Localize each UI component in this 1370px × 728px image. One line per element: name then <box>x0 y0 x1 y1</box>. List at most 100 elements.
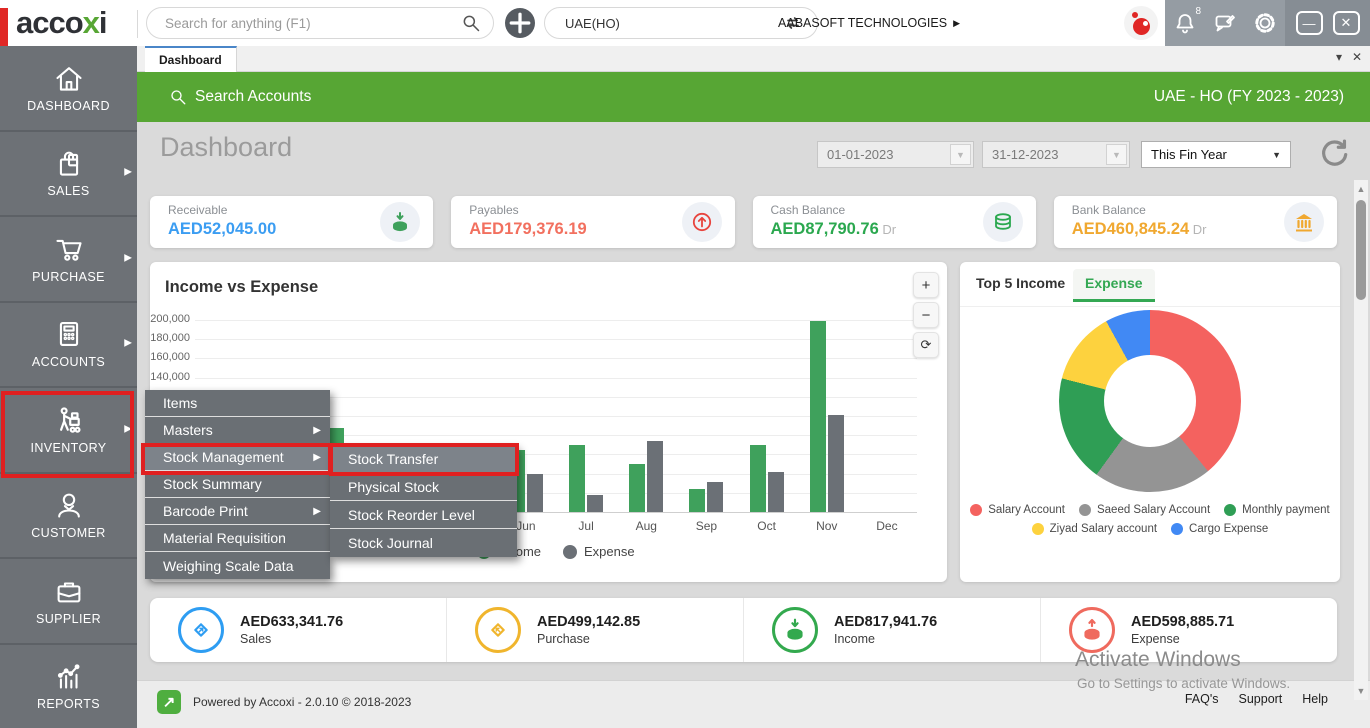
tab-top5-income[interactable]: Top 5 Income <box>976 275 1065 291</box>
notification-badge: 8 <box>1195 6 1201 17</box>
summary-card-cash-balance[interactable]: Cash Balance AED87,790.76 Dr <box>752 196 1036 248</box>
company-name: AABASOFT TECHNOLOGIES <box>778 16 948 30</box>
tab-list-dropdown-icon[interactable]: ▾ <box>1336 50 1342 64</box>
menu-item-label: Weighing Scale Data <box>163 557 294 574</box>
menu-item-label: Items <box>163 395 198 411</box>
minimize-button[interactable]: — <box>1295 11 1323 35</box>
search-accounts-button[interactable]: Search Accounts <box>169 88 311 106</box>
menu-item-stock-management[interactable]: Stock Management ▶ <box>145 444 330 471</box>
search-icon[interactable] <box>461 13 481 33</box>
quick-add-button[interactable] <box>505 8 535 38</box>
stock-management-submenu: Stock Transfer Physical Stock Stock Reorde… <box>330 445 517 557</box>
scroll-down-icon[interactable]: ▼ <box>1354 684 1368 698</box>
refresh-dashboard-button[interactable] <box>1318 138 1350 170</box>
settings-gear-icon[interactable] <box>1253 11 1277 35</box>
bar-income-aug[interactable] <box>629 464 646 512</box>
scroll-up-icon[interactable]: ▲ <box>1354 182 1368 196</box>
chevron-right-icon: ▶ <box>953 17 960 28</box>
messages-icon[interactable] <box>1213 11 1237 35</box>
sidebar-nav: DASHBOARD SALES ▶ PURCHASE ▶ ACCOUNTS ▶ INVENTO… <box>0 46 137 728</box>
bar-expense-nov[interactable] <box>827 415 844 512</box>
bar-expense-oct[interactable] <box>767 471 784 512</box>
bar-income-jul[interactable] <box>569 444 586 512</box>
menu-item-weighing-scale-data[interactable]: Weighing Scale Data <box>145 552 330 579</box>
y-axis-tick: 180,000 <box>150 332 190 345</box>
submenu-item-stock-transfer[interactable]: Stock Transfer <box>330 445 517 473</box>
total-value: AED817,941.76 <box>834 614 938 630</box>
menu-item-label: Stock Reorder Level <box>348 506 475 523</box>
expense-donut-chart[interactable] <box>1059 310 1241 492</box>
date-from-dropdown-icon[interactable]: ▼ <box>950 144 971 165</box>
fiscal-year-label: UAE - HO (FY 2023 - 2023) <box>1153 88 1344 105</box>
tab-top5-expense[interactable]: Expense <box>1073 269 1155 302</box>
date-from-field[interactable]: 01-01-2023 ▼ <box>817 141 974 168</box>
summary-cards-row: Receivable AED52,045.00 Payables AED179,376… <box>150 196 1337 248</box>
summary-card-receivable[interactable]: Receivable AED52,045.00 <box>150 196 434 248</box>
chart-zoom-in-button[interactable]: + <box>913 272 939 298</box>
date-to-dropdown-icon[interactable]: ▼ <box>1106 144 1127 165</box>
close-button[interactable]: ✕ <box>1332 11 1360 35</box>
footer-link-support[interactable]: Support <box>1239 692 1283 706</box>
period-select[interactable]: This Fin Year ▼ <box>1141 141 1291 168</box>
submenu-item-stock-reorder-level[interactable]: Stock Reorder Level <box>330 501 517 529</box>
global-search-input[interactable] <box>165 15 461 31</box>
sidebar-item-inventory[interactable]: INVENTORY ▶ <box>0 388 137 474</box>
total-card-sales[interactable]: AED633,341.76 Sales <box>150 598 447 662</box>
sidebar-item-label: DASHBOARD <box>27 98 110 113</box>
bar-income-nov[interactable] <box>809 320 826 512</box>
legend-dot <box>1031 523 1044 535</box>
bar-expense-jul[interactable] <box>587 494 604 512</box>
sidebar-item-supplier[interactable]: SUPPLIER <box>0 559 137 645</box>
bar-expense-sep[interactable] <box>707 482 724 512</box>
sidebar-item-reports[interactable]: REPORTS <box>0 645 137 728</box>
total-card-purchase[interactable]: AED499,142.85 Purchase <box>447 598 744 662</box>
sidebar-item-dashboard[interactable]: DASHBOARD <box>0 46 137 132</box>
scrollbar-thumb[interactable] <box>1356 200 1366 300</box>
menu-item-barcode-print[interactable]: Barcode Print ▶ <box>145 498 330 525</box>
chart-reset-button[interactable]: ⟳ <box>913 332 939 358</box>
tab-dashboard[interactable]: Dashboard <box>145 46 237 72</box>
chart-zoom-out-button[interactable]: − <box>913 302 939 328</box>
date-to-field[interactable]: 31-12-2023 ▼ <box>982 141 1130 168</box>
bar-income-sep[interactable] <box>689 488 706 512</box>
customer-icon <box>52 490 86 520</box>
notifications-bell-icon[interactable]: 8 <box>1173 6 1201 35</box>
footer-link-faq-s[interactable]: FAQ's <box>1185 692 1219 706</box>
user-avatar[interactable] <box>1124 6 1158 40</box>
sidebar-item-accounts[interactable]: ACCOUNTS ▶ <box>0 303 137 388</box>
menu-item-items[interactable]: Items <box>145 390 330 417</box>
sidebar-item-customer[interactable]: CUSTOMER <box>0 474 137 559</box>
submenu-item-stock-journal[interactable]: Stock Journal <box>330 529 517 557</box>
summary-card-payables[interactable]: Payables AED179,376.19 <box>451 196 735 248</box>
sidebar-item-purchase[interactable]: PURCHASE ▶ <box>0 217 137 303</box>
menu-item-masters[interactable]: Masters ▶ <box>145 417 330 444</box>
donut-legend-item-cargo-expense: Cargo Expense <box>1171 523 1268 535</box>
donut-hole <box>1104 355 1196 447</box>
topbar-icon-panel: 8 <box>1165 0 1285 46</box>
chart-title: Income vs Expense <box>165 278 319 296</box>
briefcase-icon <box>52 576 86 606</box>
x-axis-label: Aug <box>635 519 657 533</box>
vertical-scrollbar[interactable]: ▲ ▼ <box>1354 180 1368 700</box>
summary-card-bank-balance[interactable]: Bank Balance AED460,845.24 Dr <box>1053 196 1337 248</box>
submenu-item-physical-stock[interactable]: Physical Stock <box>330 473 517 501</box>
total-card-income[interactable]: AED817,941.76 Income <box>744 598 1041 662</box>
menu-item-stock-summary[interactable]: Stock Summary <box>145 471 330 498</box>
footer-link-help[interactable]: Help <box>1302 692 1328 706</box>
sidebar-item-sales[interactable]: SALES ▶ <box>0 132 137 217</box>
tab-close-icon[interactable]: ✕ <box>1352 50 1362 64</box>
bar-expense-jun[interactable] <box>526 473 543 512</box>
menu-item-material-requisition[interactable]: Material Requisition <box>145 525 330 552</box>
global-search[interactable] <box>146 7 494 39</box>
bar-income-oct[interactable] <box>749 444 766 512</box>
bar-expense-aug[interactable] <box>647 440 664 512</box>
branch-selector[interactable]: UAE(HO) <box>544 7 818 39</box>
donut-legend-item-salary-account: Salary Account <box>970 504 1065 516</box>
legend-dot <box>563 544 578 559</box>
gridline <box>195 358 917 360</box>
sidebar-item-label: ACCOUNTS <box>31 355 106 370</box>
total-label: Purchase <box>537 632 590 646</box>
y-axis-tick: 200,000 <box>150 313 190 325</box>
menu-item-label: Stock Summary <box>163 476 262 492</box>
company-menu[interactable]: AABASOFT TECHNOLOGIES ▶ <box>778 0 960 46</box>
